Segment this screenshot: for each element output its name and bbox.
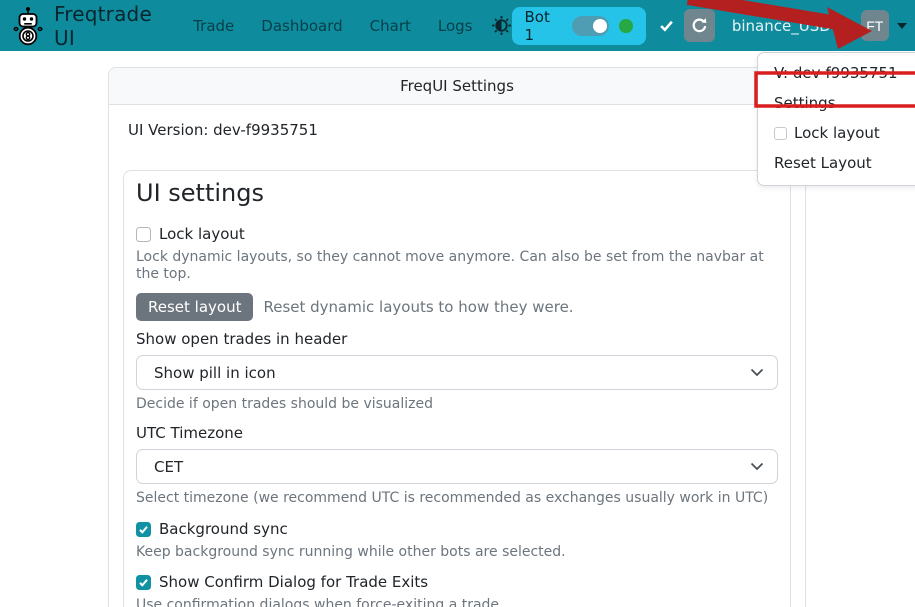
lock-layout-label[interactable]: Lock layout: [159, 225, 245, 243]
timezone-select[interactable]: CET: [136, 449, 778, 484]
timezone-selected-value: CET: [154, 458, 183, 476]
refresh-icon: [691, 17, 708, 34]
freqtrade-robot-logo-icon[interactable]: [10, 5, 46, 47]
menu-item-version[interactable]: V: dev-f9935751: [758, 58, 915, 88]
lock-layout-checkbox[interactable]: [136, 227, 151, 242]
toggle-knob: [593, 19, 607, 33]
background-sync-help: Keep background sync running while other…: [136, 544, 778, 561]
login-info-label: binance_USDT1: [732, 17, 850, 35]
bot-selected-check-icon: [659, 18, 674, 33]
reset-layout-row: Reset layout Reset dynamic layouts to ho…: [136, 293, 778, 321]
timezone-help: Select timezone (we recommend UTC is rec…: [136, 490, 778, 507]
section-heading: UI settings: [136, 177, 778, 209]
background-sync-label[interactable]: Background sync: [159, 520, 288, 538]
app-brand-title[interactable]: Freqtrade UI: [54, 2, 173, 50]
reset-layout-button[interactable]: Reset layout: [136, 293, 253, 321]
ui-settings-section: UI settings Lock layout Lock dynamic lay…: [123, 170, 791, 607]
background-sync-checkbox[interactable]: [136, 522, 151, 537]
refresh-button[interactable]: [684, 9, 715, 42]
bot-name-label: Bot 1: [525, 8, 562, 44]
top-navbar: Freqtrade UI Trade Dashboard Chart Logs …: [0, 0, 915, 51]
menu-item-lock-layout[interactable]: Lock layout: [758, 118, 915, 148]
lock-layout-row: Lock layout: [136, 225, 778, 243]
lock-layout-menu-label: Lock layout: [794, 122, 880, 144]
nav-link-trade[interactable]: Trade: [193, 17, 234, 35]
menu-item-settings[interactable]: Settings: [758, 88, 915, 118]
main-nav: Trade Dashboard Chart Logs: [193, 17, 472, 35]
nav-link-dashboard[interactable]: Dashboard: [261, 17, 342, 35]
settings-card-title: FreqUI Settings: [109, 68, 805, 105]
open-trades-label: Show open trades in header: [136, 331, 778, 347]
bot-selector[interactable]: Bot 1: [512, 7, 646, 45]
ui-version-label: UI Version: dev-f9935751: [123, 121, 791, 140]
chevron-down-icon: [750, 368, 764, 377]
user-dropdown-menu: V: dev-f9935751 Settings Lock layout Res…: [757, 52, 915, 186]
open-trades-help: Decide if open trades should be visualiz…: [136, 396, 778, 413]
settings-card: FreqUI Settings UI Version: dev-f9935751…: [108, 67, 806, 607]
background-sync-row: Background sync: [136, 520, 778, 538]
user-menu-caret-icon[interactable]: [897, 23, 907, 29]
user-avatar-button[interactable]: FT: [861, 10, 890, 41]
open-trades-selected-value: Show pill in icon: [154, 364, 276, 382]
open-trades-select[interactable]: Show pill in icon: [136, 355, 778, 390]
confirm-dialog-checkbox[interactable]: [136, 575, 151, 590]
bot-online-status-dot: [619, 19, 632, 33]
nav-link-chart[interactable]: Chart: [370, 17, 411, 35]
menu-item-reset-layout[interactable]: Reset Layout: [758, 148, 915, 178]
checkbox-check-icon: [138, 577, 149, 588]
chevron-down-icon: [750, 462, 764, 471]
nav-link-logs[interactable]: Logs: [438, 17, 473, 35]
timezone-label: UTC Timezone: [136, 425, 778, 441]
checkbox-check-icon: [138, 524, 149, 535]
confirm-dialog-help: Use confirmation dialogs when force-exit…: [136, 597, 778, 607]
confirm-dialog-label[interactable]: Show Confirm Dialog for Trade Exits: [159, 573, 428, 591]
lock-layout-menu-checkbox[interactable]: [774, 127, 787, 140]
lock-layout-help: Lock dynamic layouts, so they cannot mov…: [136, 249, 778, 283]
bot-enable-toggle[interactable]: [572, 16, 610, 36]
confirm-dialog-row: Show Confirm Dialog for Trade Exits: [136, 573, 778, 591]
reset-layout-help: Reset dynamic layouts to how they were.: [263, 298, 573, 316]
theme-toggle-icon[interactable]: [491, 15, 512, 37]
